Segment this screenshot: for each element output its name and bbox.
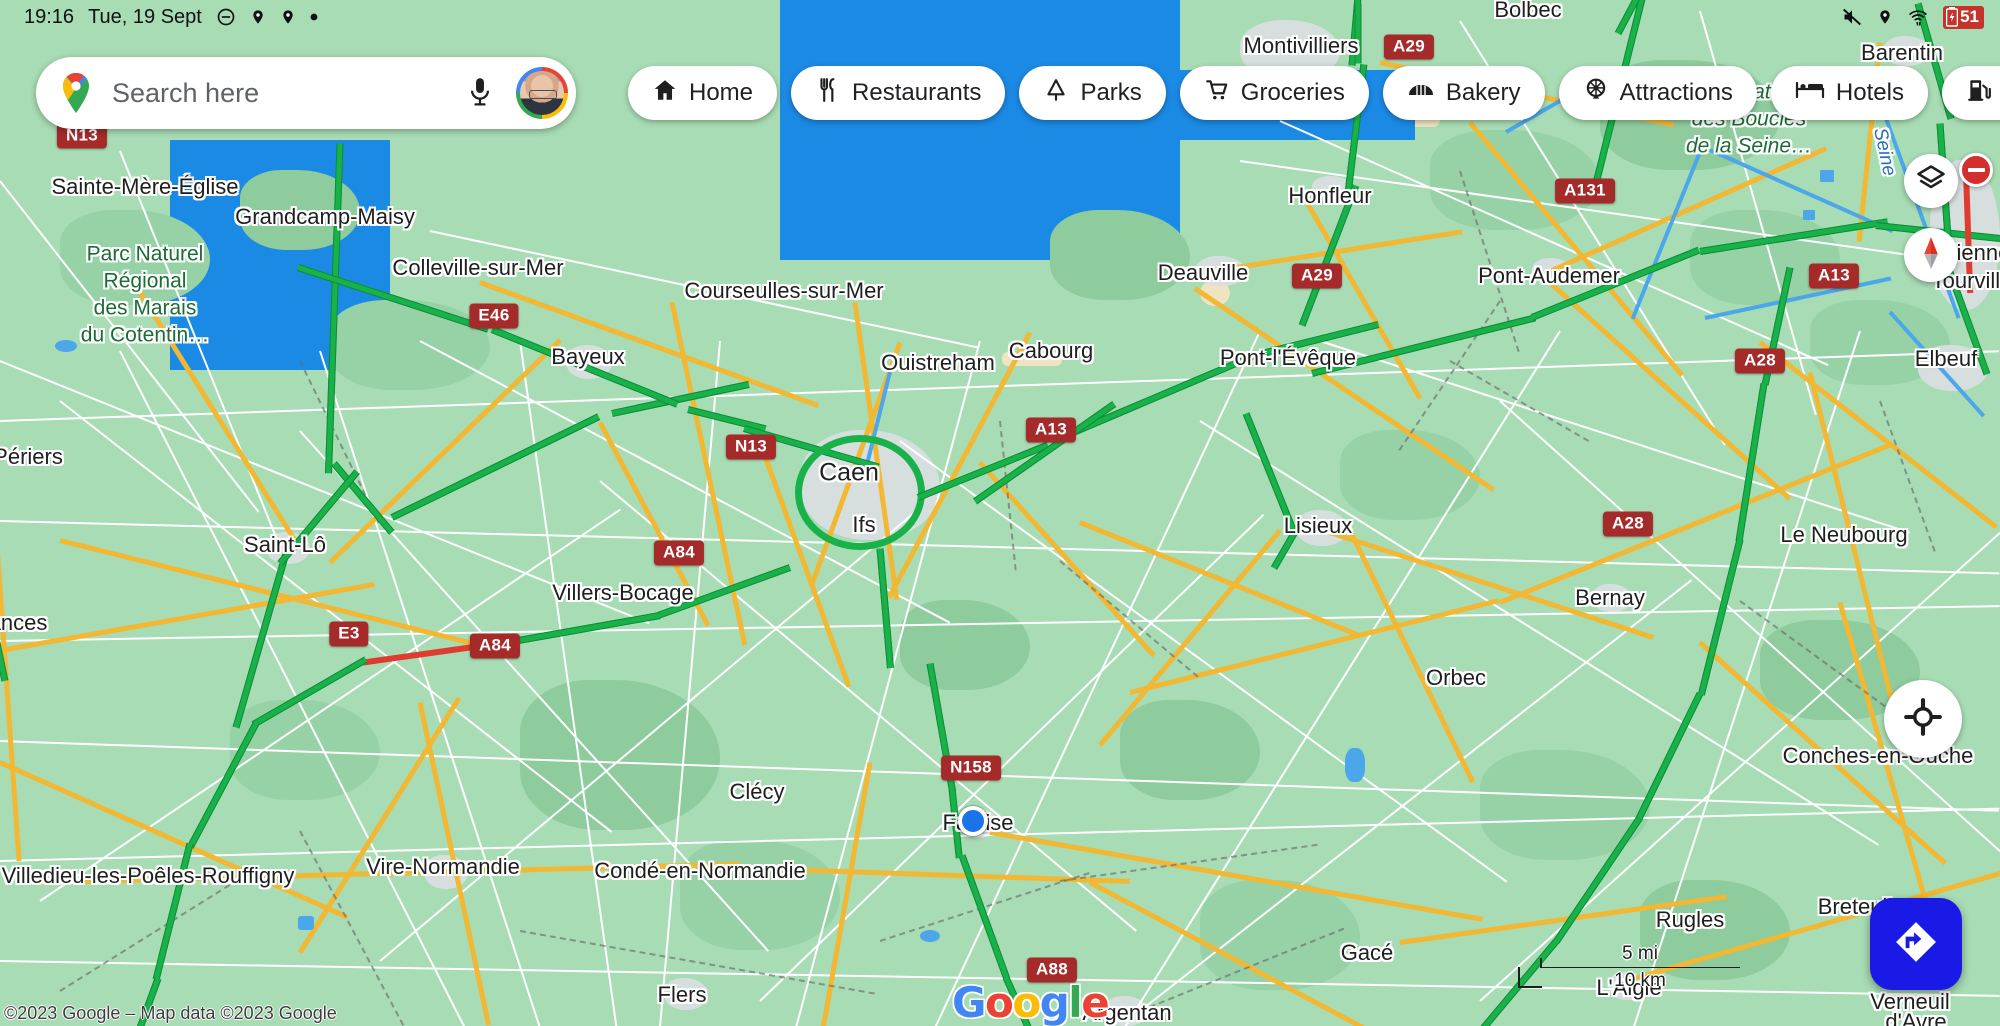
- current-location-dot[interactable]: [958, 806, 988, 836]
- chip-parks[interactable]: Parks: [1019, 66, 1166, 120]
- scale-kilometres: 10 km: [1614, 970, 1666, 991]
- chip-label: Groceries: [1240, 79, 1345, 106]
- wood-patch: [1340, 430, 1480, 520]
- scale-miles: 5 mi: [1622, 943, 1658, 964]
- wood-patch: [60, 210, 210, 305]
- lake: [1820, 170, 1834, 182]
- urban-area-bernay: [1592, 584, 1632, 612]
- lake: [298, 916, 314, 930]
- traffic-incident-marker[interactable]: [1959, 153, 1993, 187]
- chip-label: Home: [689, 79, 754, 106]
- map-canvas[interactable]: Sainte-Mère-Église Grandcamp-Maisy Collevi…: [0, 0, 2000, 1026]
- road-shield: A28: [1602, 511, 1654, 537]
- layers-button[interactable]: [1904, 154, 1958, 208]
- fork-knife-icon: [815, 77, 841, 110]
- road-shield: E3: [329, 621, 369, 647]
- map-attribution: ©2023 Google – Map data ©2023 Google: [4, 1003, 337, 1023]
- google-watermark: Google: [952, 978, 1110, 1026]
- wood-patch: [330, 300, 490, 390]
- chip-groceries[interactable]: Groceries: [1179, 66, 1369, 120]
- microphone-icon[interactable]: [466, 76, 494, 110]
- chip-restaurants[interactable]: Restaurants: [791, 66, 1006, 120]
- chip-petrol[interactable]: Petrol: [1941, 66, 2000, 120]
- road-shield: A13: [1025, 417, 1077, 443]
- fuel-pump-icon: [1966, 77, 1992, 110]
- caen-ring-road: [795, 435, 925, 550]
- road-shield: N158: [941, 755, 1001, 781]
- lake: [1803, 210, 1815, 220]
- road-shield: E46: [469, 303, 519, 329]
- scale-bar: 5 mi 10 km: [1518, 943, 1740, 992]
- road-shield: A131: [1555, 178, 1615, 204]
- chip-attractions[interactable]: Attractions: [1558, 66, 1757, 120]
- tree-icon: [1043, 77, 1069, 110]
- compass-needle-icon: [1916, 236, 1946, 275]
- road-shield: A84: [653, 540, 705, 566]
- urban-area-barentin: [1884, 36, 1930, 66]
- chip-label: Bakery: [1445, 79, 1521, 106]
- directions-arrow-icon: [1893, 919, 1939, 970]
- lake: [55, 340, 77, 352]
- ferris-wheel-icon: [1583, 77, 1609, 110]
- lake: [920, 930, 940, 942]
- bed-icon: [1795, 77, 1825, 110]
- chip-label: Parks: [1080, 79, 1142, 106]
- directions-button[interactable]: [1870, 898, 1962, 990]
- chip-label: Hotels: [1835, 79, 1904, 106]
- chip-bakery[interactable]: Bakery: [1382, 66, 1545, 120]
- wood-patch: [680, 840, 840, 950]
- road-shield: A29: [1383, 34, 1435, 60]
- compass-button[interactable]: [1904, 228, 1958, 282]
- google-maps-pin-icon: [58, 71, 94, 115]
- chip-label: Attractions: [1619, 79, 1733, 106]
- home-icon: [652, 77, 678, 110]
- shopping-cart-icon: [1204, 77, 1230, 110]
- road-shield: N13: [725, 434, 777, 460]
- layers-icon: [1916, 164, 1946, 199]
- crosshair-icon: [1904, 697, 1942, 741]
- chip-label: Restaurants: [852, 79, 982, 106]
- urban-area-lisieux: [1296, 510, 1348, 546]
- category-chips[interactable]: Home Restaurants Parks Groceries Bakery …: [628, 66, 2000, 120]
- wood-patch: [1690, 210, 1840, 305]
- chip-hotels[interactable]: Hotels: [1770, 66, 1928, 120]
- wood-patch: [1050, 210, 1190, 300]
- lake: [1345, 748, 1365, 782]
- road-shield: A29: [1291, 263, 1343, 289]
- croissant-icon: [1407, 77, 1435, 110]
- urban-area-flers: [664, 978, 708, 1010]
- road-shield: A28: [1734, 348, 1786, 374]
- my-location-button[interactable]: [1884, 680, 1962, 758]
- search-bar[interactable]: [36, 57, 576, 129]
- road-shield: A84: [469, 633, 521, 659]
- search-input[interactable]: [112, 77, 466, 109]
- google-maps-screen: Sainte-Mère-Église Grandcamp-Maisy Collevi…: [0, 0, 2000, 1026]
- chip-home[interactable]: Home: [628, 66, 778, 120]
- road-shield: A13: [1808, 263, 1860, 289]
- motorway-a29: [1354, 3, 1362, 64]
- wood-patch: [1200, 880, 1360, 990]
- wood-patch: [520, 680, 720, 830]
- wood-patch: [900, 600, 1030, 690]
- avatar[interactable]: [516, 67, 568, 119]
